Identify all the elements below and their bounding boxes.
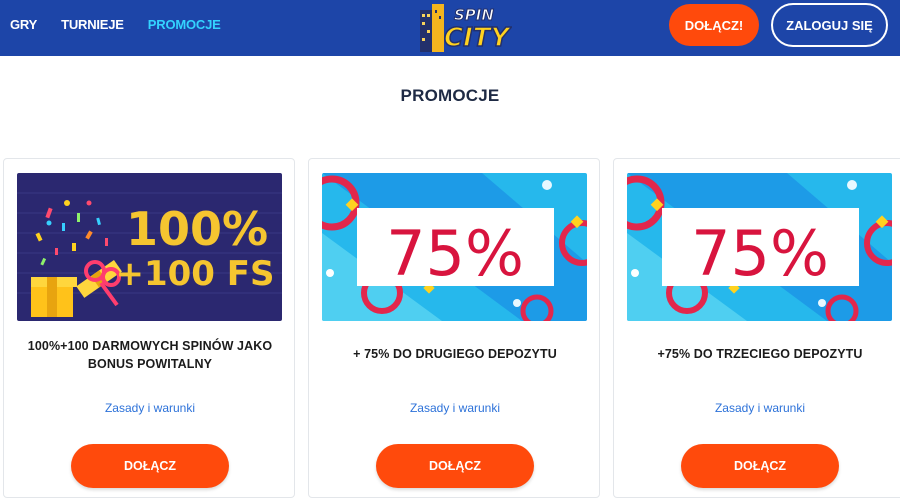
banner-text-fs: +100 FS — [115, 254, 274, 294]
promo-card: 75% +75% DO TRZECIEGO DEPOZYTU Zasady i … — [613, 158, 900, 498]
terms-link[interactable]: Zasady i warunki — [4, 401, 296, 415]
nav-item-gry[interactable]: GRY — [10, 17, 37, 32]
banner-text-percent: 100% — [126, 202, 268, 256]
terms-link[interactable]: Zasady i warunki — [309, 401, 601, 415]
logo-text-city: CITY — [444, 23, 512, 53]
promo-title: 100%+100 DARMOWYCH SPINÓW JAKO BONUS POW… — [27, 339, 273, 371]
page-title: PROMOCJE — [400, 86, 500, 105]
main-nav: GRY TURNIEJE PROMOCJE — [10, 17, 245, 32]
promo-banner-third-deposit[interactable]: 75% — [627, 173, 892, 321]
terms-link[interactable]: Zasady i warunki — [614, 401, 900, 415]
join-promo-button[interactable]: DOŁĄCZ — [681, 444, 839, 488]
banner-text-75: 75% — [386, 217, 524, 290]
promo-title: + 75% DO DRUGIEGO DEPOZYTU — [353, 347, 557, 361]
promo-banner-welcome[interactable]: 100% +100 FS — [17, 173, 282, 321]
login-button[interactable]: ZALOGUJ SIĘ — [771, 3, 888, 47]
banner-text-75: 75% — [691, 217, 829, 290]
promo-banner-second-deposit[interactable]: 75% — [322, 173, 587, 321]
promo-card: 75% + 75% DO DRUGIEGO DEPOZYTU Zasady i … — [308, 158, 600, 498]
logo-text-spin: SPIN — [454, 6, 494, 24]
promo-title: +75% DO TRZECIEGO DEPOZYTU — [657, 347, 863, 361]
spin-city-logo[interactable]: SPIN CITY — [414, 0, 512, 54]
join-button[interactable]: DOŁĄCZ! — [669, 4, 759, 46]
nav-item-turnieje[interactable]: TURNIEJE — [61, 17, 124, 32]
join-promo-button[interactable]: DOŁĄCZ — [71, 444, 229, 488]
promo-card: 100% +100 FS 100%+100 DARMOWYCH SPINÓW J… — [3, 158, 295, 498]
join-promo-button[interactable]: DOŁĄCZ — [376, 444, 534, 488]
nav-item-promocje[interactable]: PROMOCJE — [148, 17, 221, 32]
top-header: GRY TURNIEJE PROMOCJE SPIN CITY DOŁĄCZ! … — [0, 0, 900, 56]
